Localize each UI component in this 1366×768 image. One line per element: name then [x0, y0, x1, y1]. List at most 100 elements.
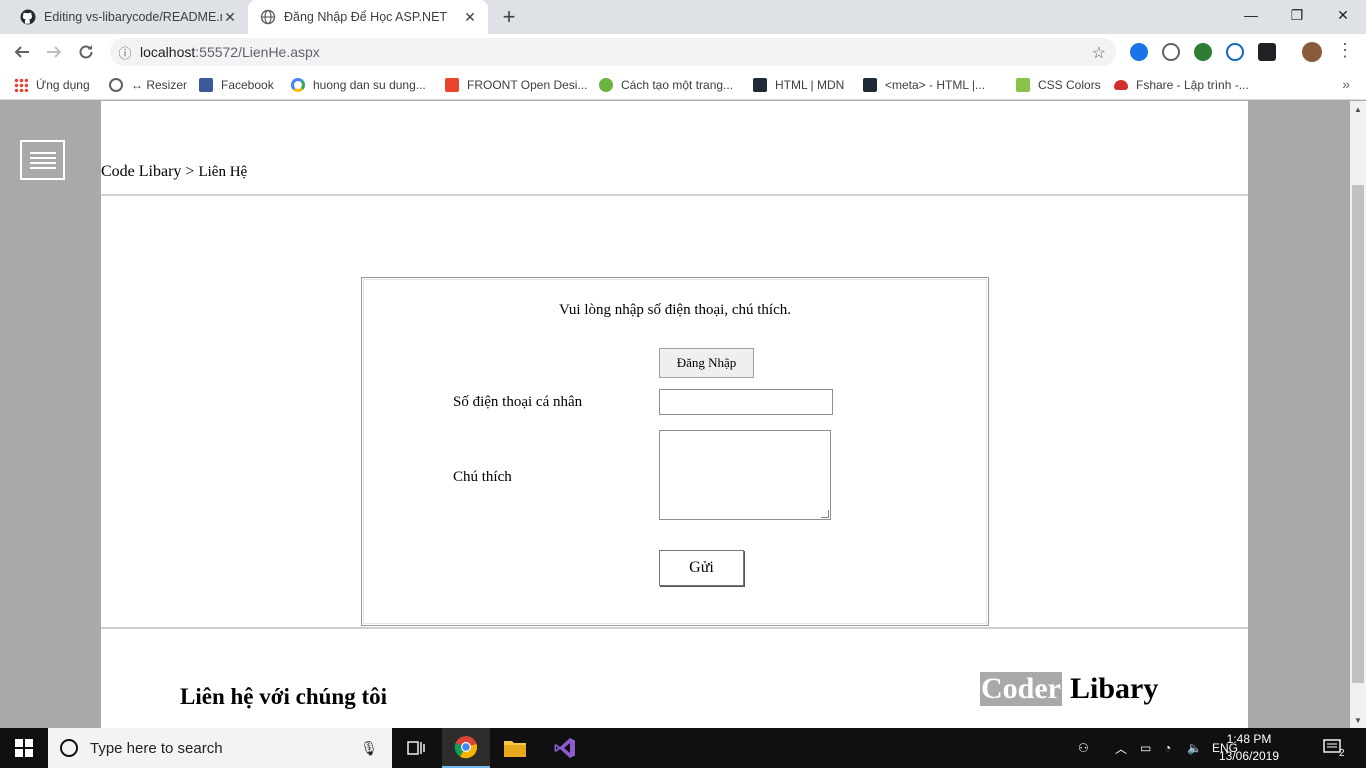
new-tab-button[interactable]: +	[497, 4, 521, 29]
mdn-icon	[753, 78, 767, 92]
apps-grid-icon	[14, 78, 28, 92]
forward-icon[interactable]	[40, 38, 68, 66]
phone-label: Số điện thoại cá nhân	[453, 394, 583, 410]
contact-title: Liên hệ với chúng tôi	[180, 684, 387, 709]
page-content: Code Libary > Liên Hệ Vui lòng nhập số đ…	[101, 101, 1248, 728]
search-placeholder: Type here to search	[90, 739, 223, 757]
login-button[interactable]: Đăng Nhập	[659, 348, 754, 378]
globe-icon	[260, 9, 276, 25]
tab-readme[interactable]: Editing vs-libarycode/README.m ✕	[8, 0, 248, 34]
bookmark-label: Cách tạo một trang...	[621, 78, 734, 92]
header-divider	[101, 194, 1248, 196]
globe-icon	[109, 78, 123, 92]
bookmark-label: <meta> - HTML |...	[885, 78, 986, 92]
bookmark-label: ↔ Resizer	[131, 78, 188, 92]
bookmark-label: CSS Colors	[1038, 78, 1101, 92]
url-path: :55572/LienHe.aspx	[195, 44, 320, 60]
taskbar-search[interactable]: Type here to search 🎙	[48, 728, 392, 768]
bookmark-froont[interactable]: FROONT Open Desi...	[445, 76, 587, 94]
windows-taskbar: Type here to search 🎙 ⚇ ︿ ▭ ◔ 🔈 ENG 1:48…	[0, 728, 1366, 768]
bookmark-google[interactable]: huong dan su dung...	[291, 76, 426, 94]
clock-date: 13/06/2019	[1218, 749, 1280, 763]
close-window-icon[interactable]: ✕	[1320, 0, 1366, 30]
breadcrumb-root[interactable]: Code Libary	[101, 163, 181, 180]
wifi-icon[interactable]: ◔	[1164, 728, 1171, 768]
form-prompt: Vui lòng nhập số điện thoại, chú thích.	[559, 302, 791, 318]
tab-title: Đăng Nhập Để Học ASP.NET	[284, 10, 448, 24]
back-icon[interactable]	[8, 38, 36, 66]
scrollbar-thumb[interactable]	[1352, 185, 1364, 683]
reload-icon[interactable]	[72, 38, 100, 66]
minimize-icon[interactable]: —	[1228, 0, 1274, 30]
breadcrumb-current: Liên Hệ	[198, 164, 248, 180]
scroll-up-icon[interactable]: ▲	[1350, 101, 1366, 117]
battery-icon[interactable]: ▭	[1140, 728, 1151, 768]
bookmark-star-icon[interactable]: ☆	[1092, 43, 1106, 63]
extension-game-icon[interactable]	[1258, 43, 1276, 61]
bookmark-mdn[interactable]: HTML | MDN	[753, 76, 844, 94]
bookmark-resizer[interactable]: ↔ Resizer	[109, 76, 187, 94]
note-label: Chú thích	[453, 469, 512, 485]
cortana-icon	[60, 739, 78, 757]
bookmark-label: FROONT Open Desi...	[467, 78, 588, 92]
file-explorer-icon[interactable]	[491, 728, 539, 768]
tab-strip: Editing vs-libarycode/README.m ✕ Đăng Nh…	[0, 0, 1366, 34]
site-logo: Coder Libary	[980, 672, 1158, 706]
close-tab-icon[interactable]: ✕	[462, 9, 478, 25]
github-icon	[20, 9, 36, 25]
menu-dots-icon[interactable]: ⋮	[1336, 40, 1354, 61]
facebook-icon	[199, 78, 213, 92]
wordpress-icon	[599, 78, 613, 92]
breadcrumb: Code Libary > Liên Hệ	[101, 163, 247, 181]
volume-icon[interactable]: 🔈	[1187, 728, 1202, 768]
send-button[interactable]: Gửi	[659, 550, 744, 586]
close-tab-icon[interactable]: ✕	[222, 9, 238, 25]
phone-input[interactable]	[659, 389, 833, 415]
more-bookmarks-icon[interactable]: »	[1342, 76, 1350, 92]
froont-icon	[445, 78, 459, 92]
bookmarks-bar: Ứng dụng ↔ Resizer Facebook huong dan su…	[0, 70, 1366, 100]
resize-grip-icon[interactable]	[821, 510, 829, 518]
logo-libary: Libary	[1069, 672, 1159, 705]
restore-icon[interactable]: ❐	[1274, 0, 1320, 30]
footer-divider	[101, 627, 1248, 629]
bookmark-wordpress[interactable]: Cách tạo một trang...	[599, 76, 733, 94]
tray-chevron-icon[interactable]: ︿	[1115, 728, 1127, 768]
profile-avatar[interactable]	[1302, 42, 1322, 62]
hamburger-menu-icon[interactable]	[20, 140, 65, 180]
note-textarea[interactable]	[659, 430, 831, 520]
info-icon[interactable]: ⓘ	[110, 43, 140, 62]
extension-globe-icon[interactable]	[1194, 43, 1212, 61]
bookmark-fshare[interactable]: Fshare - Lập trình -...	[1114, 76, 1249, 94]
bookmark-label: Ứng dụng	[36, 78, 90, 92]
bookmark-meta[interactable]: <meta> - HTML |...	[863, 76, 985, 94]
task-view-icon[interactable]	[392, 728, 440, 768]
tab-login[interactable]: Đăng Nhập Để Học ASP.NET ✕	[248, 0, 488, 34]
bookmark-label: HTML | MDN	[775, 78, 845, 92]
bookmark-facebook[interactable]: Facebook	[199, 76, 274, 94]
extension-r-icon[interactable]	[1226, 43, 1244, 61]
bookmark-apps[interactable]: Ứng dụng	[14, 76, 90, 94]
browser-toolbar: ⓘ localhost:55572/LienHe.aspx ☆ ⋮	[0, 34, 1366, 70]
vertical-scrollbar[interactable]: ▲ ▼	[1350, 101, 1366, 728]
people-icon[interactable]: ⚇	[1078, 728, 1089, 768]
breadcrumb-separator: >	[181, 163, 199, 180]
address-bar[interactable]: ⓘ localhost:55572/LienHe.aspx ☆	[110, 38, 1116, 66]
windows-start-icon[interactable]	[0, 728, 48, 768]
page-viewport: Code Libary > Liên Hệ Vui lòng nhập số đ…	[0, 101, 1350, 728]
url-host: localhost	[140, 44, 196, 60]
tab-title: Editing vs-libarycode/README.m	[44, 10, 222, 24]
chrome-taskbar-icon[interactable]	[442, 728, 490, 768]
extension-icon[interactable]	[1130, 43, 1148, 61]
w3c-icon	[1016, 78, 1030, 92]
bookmark-css-colors[interactable]: CSS Colors	[1016, 76, 1101, 94]
extension-sync-icon[interactable]	[1162, 43, 1180, 61]
scroll-down-icon[interactable]: ▼	[1350, 712, 1366, 728]
visual-studio-icon[interactable]	[541, 728, 589, 768]
cloud-icon	[1114, 80, 1128, 90]
google-icon	[291, 78, 305, 92]
bookmark-label: Facebook	[221, 78, 274, 92]
clock[interactable]: 1:48 PM 13/06/2019	[1214, 731, 1284, 765]
notification-center-icon[interactable]: 2	[1323, 728, 1345, 768]
microphone-icon[interactable]: 🎙	[360, 740, 378, 757]
